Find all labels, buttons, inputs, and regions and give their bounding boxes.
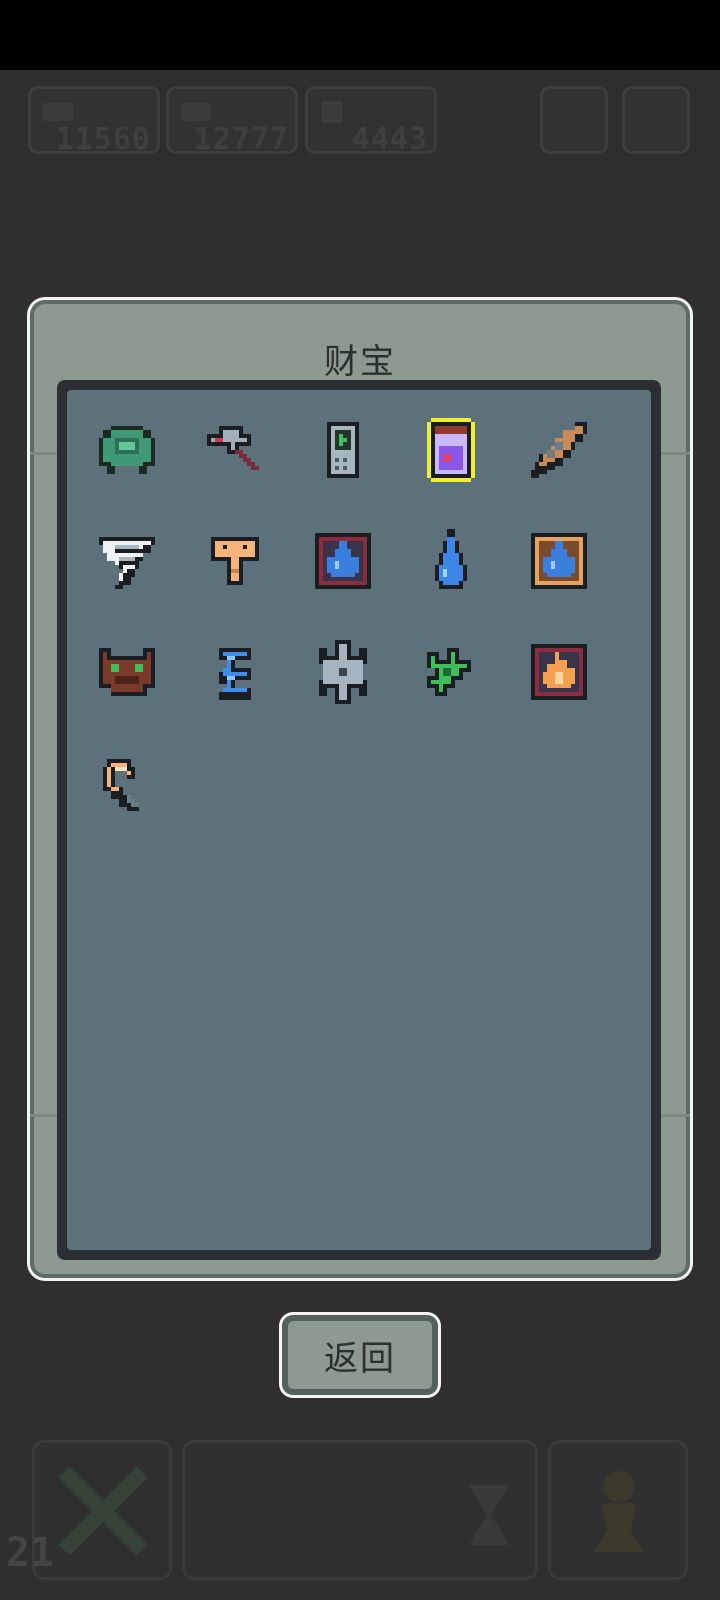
treasure-slot[interactable] [305,523,381,599]
frame-rail [30,1114,60,1117]
crossed-swords-icon [58,1466,148,1556]
modal-title: 财宝 [324,342,396,382]
treasure-slot[interactable] [89,745,165,821]
bottom-slot-center[interactable] [182,1440,538,1580]
treasure-slot[interactable] [305,412,381,488]
treasure-slot[interactable] [521,634,597,710]
handheld-device-icon [327,422,359,478]
hud-button-1[interactable] [540,86,608,154]
water-rune-dark-icon [315,533,371,589]
bottom-slot-right[interactable] [548,1440,688,1580]
resource-2-box: 12777 [166,86,298,157]
arrow-icon [322,101,342,123]
treasure-slot[interactable] [413,523,489,599]
treasure-modal-body: 财宝 [30,300,690,1278]
treasure-slot[interactable] [197,523,273,599]
hud-button-2[interactable] [622,86,690,154]
treasure-list-frame [57,380,661,1260]
treasure-slot[interactable] [305,634,381,710]
treasure-list-panel [67,390,651,1250]
brown-beast-mask-icon [99,648,155,696]
level-number: 21 [6,1530,55,1576]
frame-rail [660,1114,690,1117]
treasure-slot[interactable] [413,412,489,488]
treasure-grid [89,412,597,821]
treasure-slot[interactable] [89,523,165,599]
green-claw-icon [427,648,471,696]
resource-3-value: 4443 [351,122,428,157]
treasure-slot[interactable] [197,634,273,710]
pawn-icon [593,1471,645,1552]
frame-rail [660,452,690,455]
shrimp-hook-icon [103,759,139,811]
resource-1-box: 11560 [28,86,160,157]
resource-2-value: 12777 [193,122,289,157]
treasure-slot[interactable] [413,634,489,710]
hammer-icon [207,426,259,470]
treasure-slot[interactable] [197,412,273,488]
treasure-modal: 财宝 [27,297,693,1281]
hourglass-icon [469,1485,509,1545]
resource-1-value: 11560 [55,122,151,157]
water-rune-gold-icon [531,533,587,589]
treasure-slot[interactable] [89,634,165,710]
fire-rune-icon [531,644,587,700]
water-drop-icon [435,529,467,589]
tornado-icon [99,537,155,589]
frame-rail [30,452,60,455]
green-shell-helmet-icon [99,426,155,474]
resource-3-box: 4443 [305,86,437,157]
treasure-slot[interactable] [89,412,165,488]
shuriken-icon [319,640,367,704]
back-button[interactable]: 返回 [279,1312,441,1398]
treasure-slot[interactable] [521,523,597,599]
back-button-label: 返回 [282,1315,438,1395]
dagger-icon [531,422,587,478]
key-icon [211,537,259,585]
treasure-slot[interactable] [521,412,597,488]
status-bar [0,0,720,70]
potion-jar-icon [427,418,475,482]
blue-feather-icon [219,648,251,700]
